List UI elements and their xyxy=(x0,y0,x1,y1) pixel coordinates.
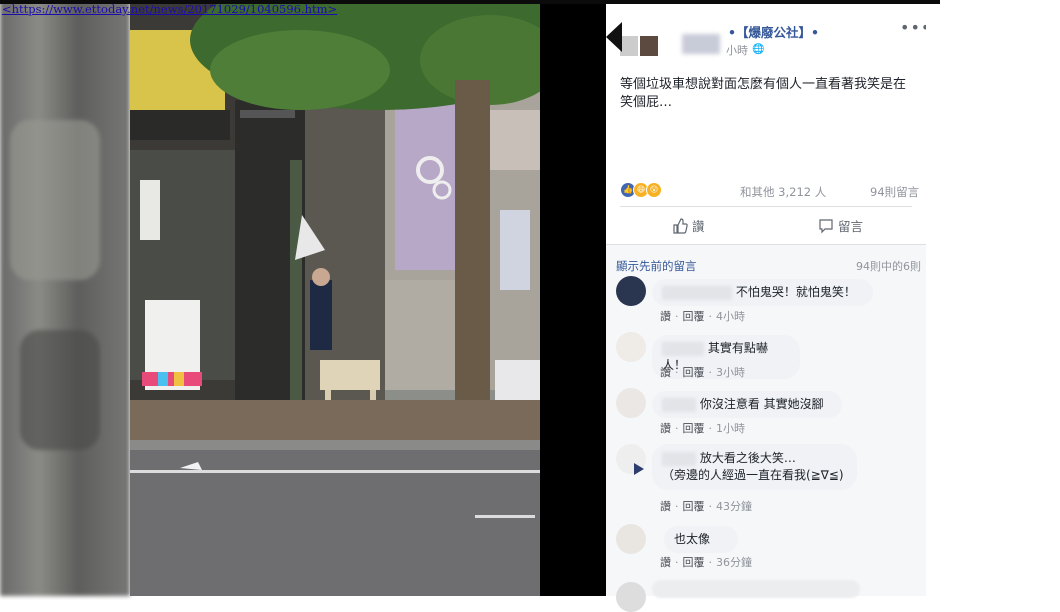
comment-avatar[interactable] xyxy=(616,332,646,362)
wow-reaction-icon: 😮 xyxy=(646,182,662,198)
comment-actions: 讚 · 回覆 · 3小時 xyxy=(660,364,745,380)
comment-text: 放大看之後大笑… xyxy=(699,451,796,465)
thumbs-up-icon xyxy=(673,217,688,234)
blurred-commenter-name[interactable] xyxy=(662,397,696,412)
comment-bubble: 放大看之後大笑… （旁邊的人經過一直在看我(≧∇≦) xyxy=(652,444,857,490)
post-body-text: 等個垃圾車想說對面怎麼有個人一直看著我笑是在笑個屁… xyxy=(620,77,907,110)
divider-black xyxy=(540,0,606,596)
separator: · xyxy=(708,422,713,435)
separator: · xyxy=(708,556,713,569)
comment-button[interactable]: 留言 xyxy=(818,216,863,235)
comment-avatar[interactable] xyxy=(616,582,646,612)
comment-text: 也太像 xyxy=(674,532,711,546)
blurred-commenter-name[interactable] xyxy=(662,341,704,356)
comment-like-link[interactable]: 讚 xyxy=(660,310,671,323)
like-button[interactable]: 讚 xyxy=(672,216,705,235)
comment-text: 不怕鬼哭！就怕鬼笑！ xyxy=(735,285,856,299)
comment-time[interactable]: 43分鐘 xyxy=(716,500,752,513)
separator: · xyxy=(675,422,679,435)
blur-shape xyxy=(10,120,100,280)
comment-time[interactable]: 4小時 xyxy=(716,310,745,323)
comment-reply-link[interactable]: 回覆 xyxy=(683,556,705,569)
comment-actions: 讚 · 回覆 · 43分鐘 xyxy=(660,498,752,514)
reaction-count[interactable]: 和其他 3,212 人 xyxy=(740,184,826,200)
post-avatar[interactable] xyxy=(620,32,660,58)
right-margin xyxy=(926,0,1060,596)
comment-text: 你沒注意看 其實她沒腳 xyxy=(699,397,824,411)
reaction-icons[interactable]: 👍 😆 😮 xyxy=(620,182,662,198)
comment-reply-link[interactable]: 回覆 xyxy=(683,500,705,513)
separator: · xyxy=(708,310,713,323)
comment-actions: 讚 · 回覆 · 4小時 xyxy=(660,308,745,324)
blurred-username xyxy=(682,34,720,54)
comment-reply-link[interactable]: 回覆 xyxy=(683,422,705,435)
post-photo[interactable] xyxy=(130,0,540,596)
comment-reply-link[interactable]: 回覆 xyxy=(683,366,705,379)
comment-bubble-icon xyxy=(819,218,833,233)
comment-time[interactable]: 36分鐘 xyxy=(716,556,752,569)
comment-time[interactable]: 3小時 xyxy=(716,366,745,379)
comment-count[interactable]: 94則留言 xyxy=(870,184,919,200)
view-previous-comments-link[interactable]: 顯示先前的留言 xyxy=(616,258,697,274)
separator: · xyxy=(708,366,713,379)
blur-shape xyxy=(20,330,100,450)
comment-actions: 讚 · 回覆 · 1小時 xyxy=(660,420,745,436)
separator: · xyxy=(675,366,679,379)
more-options-icon[interactable]: ••• xyxy=(900,18,926,37)
separator: · xyxy=(675,556,679,569)
globe-icon: 🌐 xyxy=(752,44,765,55)
separator: · xyxy=(675,500,679,513)
comment-reply-link[interactable]: 回覆 xyxy=(683,310,705,323)
like-button-label: 讚 xyxy=(692,219,705,234)
avatar-part xyxy=(640,36,658,56)
page-name-link[interactable]: •【爆廢公社】• xyxy=(728,22,819,41)
comment-avatar[interactable] xyxy=(616,276,646,306)
comment-actions: 讚 · 回覆 · 36分鐘 xyxy=(660,554,752,570)
comment-like-link[interactable]: 讚 xyxy=(660,500,671,513)
comment-pager: 94則中的6則 xyxy=(856,260,921,273)
comment-time[interactable]: 1小時 xyxy=(716,422,745,435)
comment-button-label: 留言 xyxy=(838,219,864,234)
comment-bubble: 也太像 xyxy=(664,526,738,553)
avatar-part xyxy=(620,36,638,56)
partial-comment-bubble xyxy=(652,580,860,598)
comment-avatar[interactable] xyxy=(616,388,646,418)
blurred-background-left xyxy=(0,0,130,596)
video-play-icon xyxy=(634,463,644,475)
separator: · xyxy=(708,500,713,513)
article-url-link[interactable]: <https://www.ettoday.net/news/20171029/1… xyxy=(2,2,337,16)
separator: · xyxy=(675,310,679,323)
comment-first-line: 放大看之後大笑… xyxy=(662,450,847,467)
post-timestamp[interactable]: 小時 xyxy=(726,42,748,58)
comment-text-line2: （旁邊的人經過一直在看我(≧∇≦) xyxy=(662,468,844,482)
comment-like-link[interactable]: 讚 xyxy=(660,422,671,435)
divider xyxy=(620,206,912,207)
blurred-commenter-name[interactable] xyxy=(662,285,732,300)
prev-arrow-icon[interactable] xyxy=(606,22,622,52)
street-scene-image xyxy=(130,0,540,596)
comment-bubble: 你沒注意看 其實她沒腳 xyxy=(652,391,842,418)
comment-avatar[interactable] xyxy=(616,524,646,554)
comment-like-link[interactable]: 讚 xyxy=(660,366,671,379)
comment-like-link[interactable]: 讚 xyxy=(660,556,671,569)
comment-bubble: 不怕鬼哭！就怕鬼笑！ xyxy=(652,279,873,306)
blurred-commenter-name[interactable] xyxy=(662,451,696,466)
